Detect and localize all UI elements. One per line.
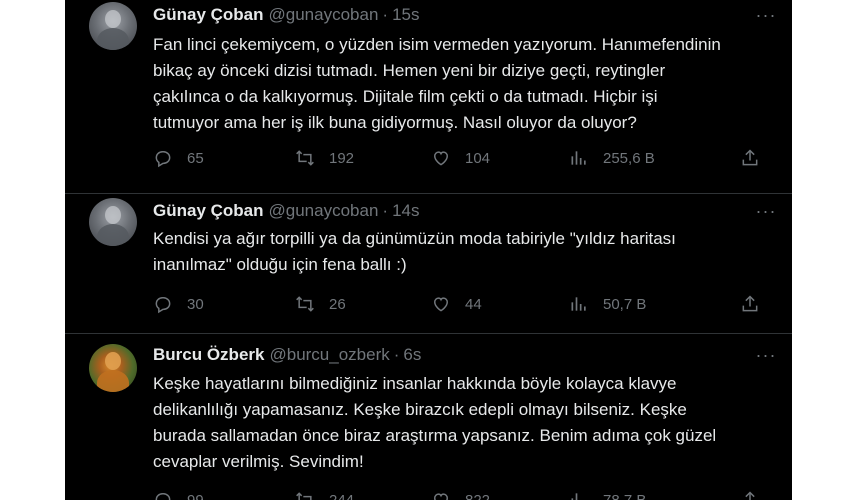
avatar[interactable]	[89, 198, 137, 246]
author-name[interactable]: Burcu Özberk	[153, 345, 264, 364]
share-icon	[742, 295, 758, 312]
views-chart-icon	[571, 493, 578, 500]
author-handle[interactable]: @gunaycoban	[269, 201, 379, 220]
view-count: 50,7 B	[603, 295, 647, 313]
author-handle[interactable]: @gunaycoban	[269, 5, 379, 24]
author-name[interactable]: Günay Çoban	[153, 201, 264, 220]
more-options-icon[interactable]: ···	[754, 202, 778, 224]
share-button[interactable]	[740, 488, 760, 500]
separator-dot: ·	[382, 5, 389, 24]
share-icon	[742, 149, 758, 166]
avatar[interactable]	[89, 2, 137, 50]
timestamp[interactable]: 15s	[392, 5, 419, 24]
views-chart-icon	[571, 297, 586, 311]
like-button[interactable]: 822	[431, 488, 490, 500]
avatar-head	[105, 352, 121, 370]
retweet-count: 192	[329, 149, 355, 167]
retweet-icon	[296, 492, 312, 500]
heart-icon	[433, 493, 449, 500]
view-count: 255,6 B	[603, 149, 655, 167]
tweet-header: Günay Çoban @gunaycoban · 14s	[153, 200, 420, 222]
like-count: 822	[465, 491, 491, 500]
tweet-actions: 99 244 822 78,7 B	[153, 488, 773, 500]
tweet-text: Keşke hayatlarını bilmediğiniz insanlar …	[153, 371, 753, 475]
author-name[interactable]: Günay Çoban	[153, 5, 264, 24]
tweet-actions: 30 26 44 50,7 B	[153, 292, 773, 316]
reply-button[interactable]: 30	[153, 292, 204, 316]
separator-dot: ·	[382, 201, 389, 220]
like-button[interactable]: 104	[431, 146, 490, 170]
tweet-header: Burcu Özberk @burcu_ozberk · 6s	[153, 344, 421, 366]
timestamp[interactable]: 14s	[392, 201, 419, 220]
share-button[interactable]	[740, 146, 760, 170]
retweet-button[interactable]: 244	[295, 488, 354, 500]
reply-button[interactable]: 65	[153, 146, 204, 170]
retweet-button[interactable]: 26	[295, 292, 346, 316]
retweet-button[interactable]: 192	[295, 146, 354, 170]
reply-button[interactable]: 99	[153, 488, 204, 500]
views-button[interactable]: 255,6 B	[569, 146, 655, 170]
reply-count: 30	[187, 295, 204, 313]
timeline-panel: Günay Çoban @gunaycoban · 15s ··· Fan linci…	[65, 0, 792, 500]
tweet[interactable]: Burcu Özberk @burcu_ozberk · 6s ··· Keşke h…	[65, 334, 792, 500]
like-count: 44	[465, 295, 482, 313]
tweet-text: Kendisi ya ağır torpilli ya da günümüzün…	[153, 226, 753, 278]
avatar-head	[105, 206, 121, 224]
retweet-icon	[296, 296, 314, 312]
tweet-text-line: tutmuyor ama her iş ilk buna gidiyormuş.…	[153, 113, 637, 132]
more-options-icon[interactable]: ···	[754, 6, 778, 28]
retweet-count: 244	[329, 491, 355, 500]
share-button[interactable]	[740, 292, 760, 316]
avatar-body	[97, 28, 129, 50]
tweet[interactable]: Günay Çoban @gunaycoban · 14s ··· Kendisi y…	[65, 194, 792, 334]
avatar-head	[105, 10, 121, 28]
avatar-body	[97, 370, 129, 392]
tweet-header: Günay Çoban @gunaycoban · 15s	[153, 4, 420, 26]
retweet-icon	[296, 150, 314, 166]
retweet-count: 26	[329, 295, 346, 313]
separator-dot: ·	[393, 345, 400, 364]
share-icon	[745, 491, 755, 500]
views-chart-icon	[571, 151, 586, 165]
avatar-body	[97, 224, 129, 246]
tweet-text: Fan linci çekemiycem, o yüzden isim verm…	[153, 32, 753, 136]
tweet-text-line: Fan linci çekemiycem, o yüzden isim verm…	[153, 35, 721, 54]
like-count: 104	[465, 149, 491, 167]
more-options-icon[interactable]: ···	[754, 346, 778, 368]
reply-icon	[155, 151, 171, 168]
tweet-text-line: inanılmaz" olduğu için fena ballı :)	[153, 255, 407, 274]
tweet-actions: 65 192 104 255,6 B	[153, 146, 773, 170]
reply-count: 65	[187, 149, 204, 167]
tweet-text-line: Kendisi ya ağır torpilli ya da günümüzün…	[153, 229, 676, 248]
heart-icon	[433, 297, 449, 312]
timestamp[interactable]: 6s	[403, 345, 421, 364]
tweet-text-line: burada sallamadan önce biraz araştırma y…	[153, 426, 717, 445]
reply-icon	[155, 493, 171, 500]
tweet-text-line: çakılınca o da kalkıyormuş. Dijitale fil…	[153, 87, 658, 106]
tweet-text-line: bikaç ay önceki dizisi tutmadı. Hemen ye…	[153, 61, 666, 80]
views-button[interactable]: 78,7 B	[569, 488, 646, 500]
tweet[interactable]: Günay Çoban @gunaycoban · 15s ··· Fan linci…	[65, 0, 792, 196]
avatar[interactable]	[89, 344, 137, 392]
reply-icon	[155, 297, 171, 314]
tweet-text-line: delikanlılığı yapamasanız. Keşke birazcı…	[153, 400, 687, 419]
reply-count: 99	[187, 491, 204, 500]
like-button[interactable]: 44	[431, 292, 482, 316]
views-button[interactable]: 50,7 B	[569, 292, 646, 316]
view-count: 78,7 B	[603, 491, 647, 500]
tweet-text-line: cevaplar verilmiş. Sevindim!	[153, 452, 364, 471]
heart-icon	[433, 151, 449, 166]
tweet-text-line: Keşke hayatlarını bilmediğiniz insanlar …	[153, 374, 677, 393]
author-handle[interactable]: @burcu_ozberk	[269, 345, 389, 364]
